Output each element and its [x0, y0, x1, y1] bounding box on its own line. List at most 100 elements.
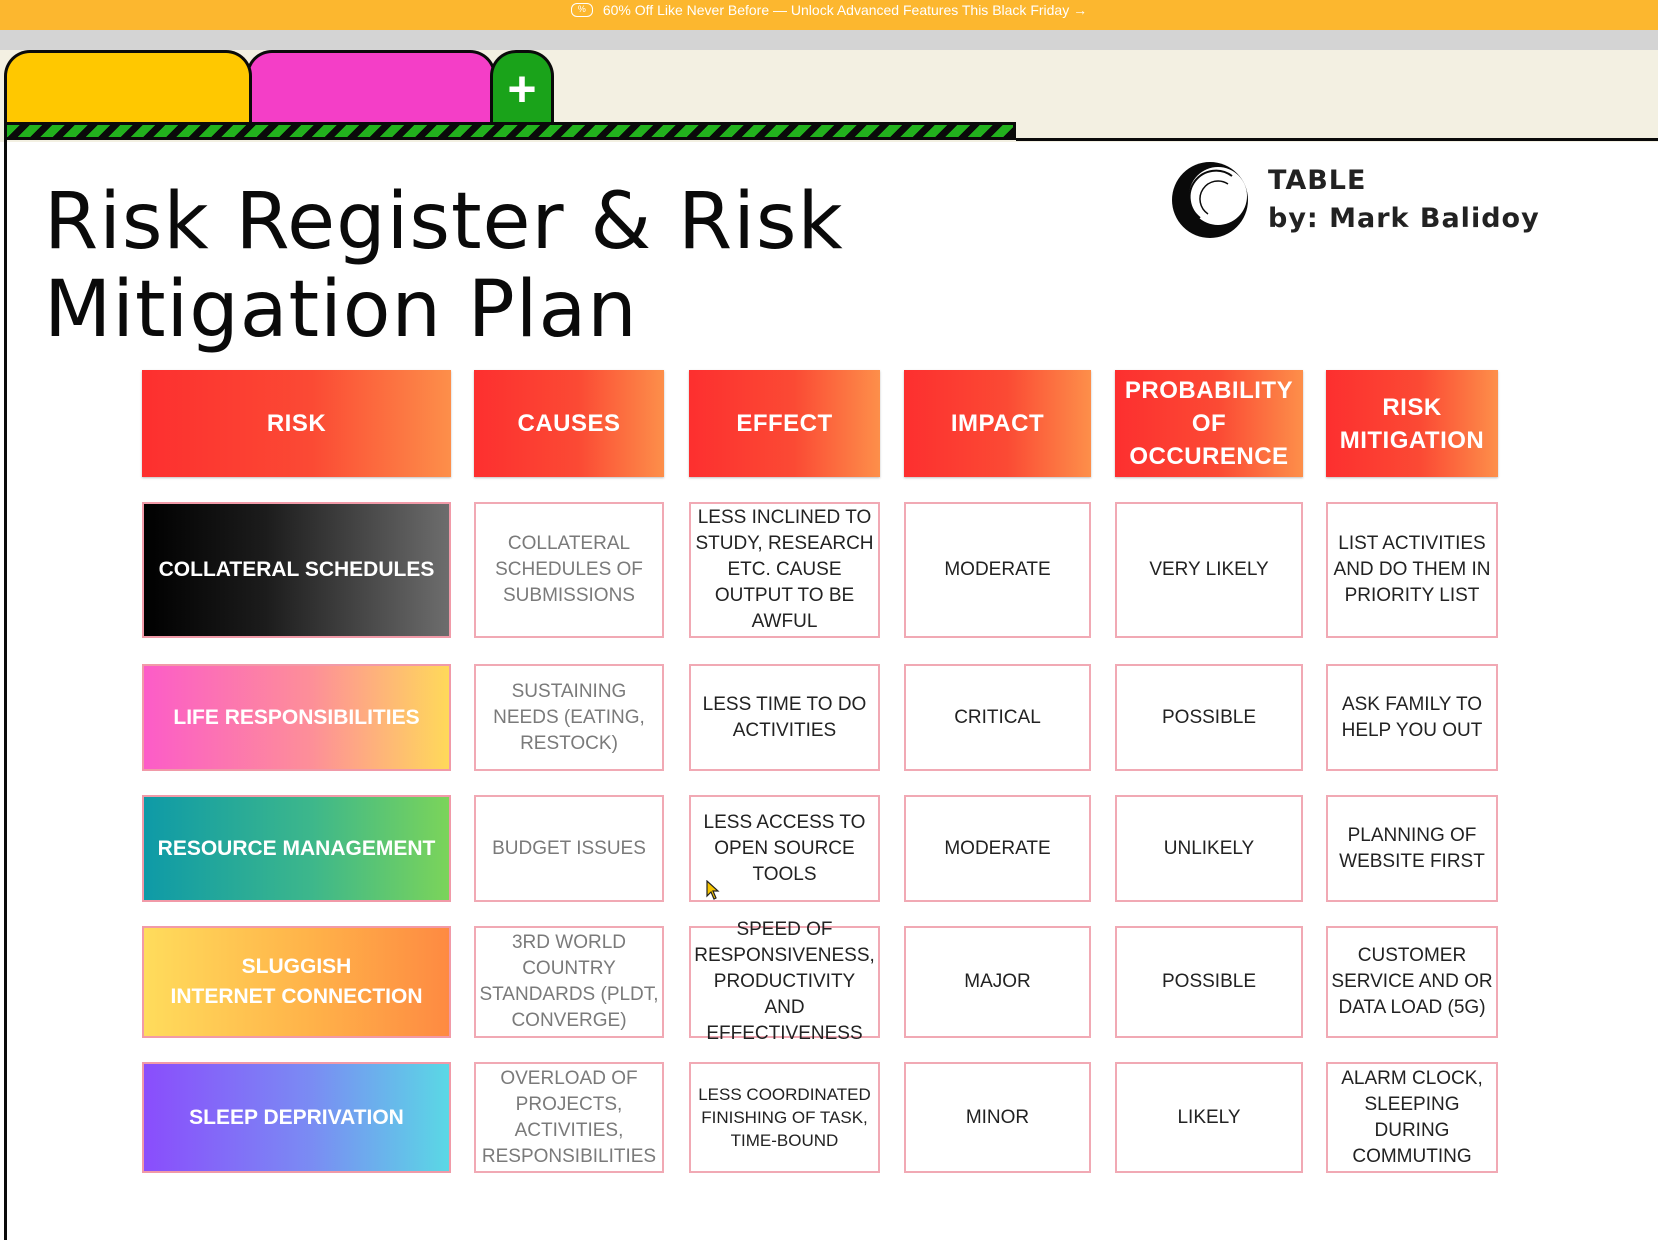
row-4-effect[interactable]: SPEED OF RESPONSIVENESS, PRODUCTIVITY AND E…	[689, 919, 880, 1044]
text-line: SLUGGISH	[241, 955, 352, 978]
row-5-risk[interactable]: SLEEP DEPRIVATION	[142, 1062, 451, 1173]
header-effect[interactable]: EFFECT	[689, 370, 880, 477]
row-4-mitigation-text: CUSTOMER SERVICE AND OR DATA LOAD (5G)	[1331, 943, 1492, 1021]
text-line: PROBABILITY	[1124, 377, 1294, 404]
row-1-mitigation-text: LIST ACTIVITIES AND DO THEM IN PRIORITY LI…	[1334, 531, 1491, 609]
text-line: STANDARDS (PLDT,	[479, 984, 659, 1005]
row-4-causes[interactable]: 3RD WORLD COUNTRY STANDARDS (PLDT, CONVERGE…	[474, 926, 664, 1038]
text-line: HELP YOU OUT	[1341, 719, 1483, 741]
mouse-cursor-icon	[706, 880, 720, 900]
text-line: 3RD WORLD	[511, 932, 626, 953]
row-3-impact[interactable]: MODERATE	[904, 795, 1091, 902]
row-1-mitigation[interactable]: LIST ACTIVITIES AND DO THEM IN PRIORITY LI…	[1326, 502, 1498, 638]
row-2-impact-text: CRITICAL	[954, 705, 1041, 731]
text-line: RISK	[266, 410, 327, 437]
text-line: ASK FAMILY TO	[1341, 693, 1483, 715]
text-line: EFFECT	[736, 410, 833, 437]
header-mitigation[interactable]: RISK MITIGATION	[1326, 370, 1498, 477]
header-risk-text: RISK	[267, 407, 326, 440]
text-line: OPEN SOURCE	[714, 837, 855, 859]
text-line: RESPONSIVENESS,	[694, 945, 875, 966]
text-line: SUBMISSIONS	[503, 585, 635, 606]
row-2-effect[interactable]: LESS TIME TO DO ACTIVITIES	[689, 664, 880, 771]
header-risk[interactable]: RISK	[142, 370, 451, 477]
text-line: RESTOCK)	[520, 732, 618, 754]
row-2-risk[interactable]: LIFE RESPONSIBILITIES	[142, 664, 451, 771]
row-5-mitigation-text: ALARM CLOCK, SLEEPING DURING COMMUTING	[1341, 1066, 1482, 1170]
row-1-risk[interactable]: COLLATERAL SCHEDULES	[142, 502, 451, 638]
text-line: SLEEP DEPRIVATION	[189, 1105, 404, 1129]
row-1-probability-text: VERY LIKELY	[1149, 557, 1268, 583]
row-5-impact-text: MINOR	[966, 1105, 1029, 1131]
row-1-causes[interactable]: COLLATERAL SCHEDULES OF SUBMISSIONS	[474, 502, 664, 638]
text-line: ETC. CAUSE	[727, 559, 842, 580]
text-line: LESS TIME TO DO	[702, 693, 867, 715]
row-4-impact-text: MAJOR	[964, 969, 1031, 995]
tab-yellow[interactable]	[4, 50, 252, 124]
text-line: LESS INCLINED TO	[697, 507, 872, 528]
text-line: BUDGET ISSUES	[492, 837, 646, 859]
row-5-causes-text: OVERLOAD OF PROJECTS, ACTIVITIES, RESPONSIB…	[482, 1066, 656, 1170]
row-2-causes-text: SUSTAINING NEEDS (EATING, RESTOCK)	[493, 679, 645, 757]
text-line: SERVICE AND OR	[1331, 971, 1493, 992]
row-3-causes[interactable]: BUDGET ISSUES	[474, 795, 664, 902]
row-4-probability[interactable]: POSSIBLE	[1115, 926, 1303, 1038]
text-line: SLEEPING	[1364, 1093, 1460, 1115]
row-1-effect[interactable]: LESS INCLINED TO STUDY, RESEARCH ETC. CAUS…	[689, 502, 880, 638]
text-line: ALARM CLOCK,	[1341, 1067, 1483, 1089]
text-line: PROJECTS,	[515, 1093, 623, 1115]
row-2-impact[interactable]: CRITICAL	[904, 664, 1091, 771]
header-causes[interactable]: CAUSES	[474, 370, 664, 477]
page-top-border	[1016, 138, 1658, 141]
row-2-causes[interactable]: SUSTAINING NEEDS (EATING, RESTOCK)	[474, 664, 664, 771]
row-2-mitigation[interactable]: ASK FAMILY TO HELP YOU OUT	[1326, 664, 1498, 771]
text-line: RESOURCE MANAGEMENT	[157, 836, 436, 860]
text-line: FINISHING OF TASK,	[701, 1108, 868, 1127]
text-line: PLANNING OF	[1347, 824, 1477, 846]
text-line: LIFE RESPONSIBILITIES	[173, 705, 420, 729]
text-line: IMPACT	[950, 410, 1045, 437]
row-5-causes[interactable]: OVERLOAD OF PROJECTS, ACTIVITIES, RESPONSIB…	[474, 1062, 664, 1173]
text-line: CONVERGE)	[511, 1010, 627, 1031]
row-5-mitigation[interactable]: ALARM CLOCK, SLEEPING DURING COMMUTING	[1326, 1062, 1498, 1173]
brand-name: TABLE	[1268, 165, 1367, 196]
row-5-probability[interactable]: LIKELY	[1115, 1062, 1303, 1173]
text-line: RESPONSIBILITIES	[481, 1145, 657, 1167]
row-1-impact-text: MODERATE	[944, 557, 1050, 583]
crescent-logo-icon	[1172, 162, 1248, 238]
tab-pink[interactable]	[246, 50, 496, 124]
row-5-effect-text: LESS COORDINATED FINISHING OF TASK, TIME-B…	[698, 1083, 871, 1152]
text-line: OUTPUT TO BE	[714, 585, 855, 606]
row-3-probability[interactable]: UNLIKELY	[1115, 795, 1303, 902]
brand-author: by: Mark Balidoy	[1268, 203, 1540, 234]
text-line: COUNTRY	[522, 958, 616, 979]
promo-banner[interactable]: % 60% Off Like Never Before — Unlock Adv…	[0, 0, 1658, 30]
text-line: SPEED OF	[736, 919, 833, 940]
row-1-impact[interactable]: MODERATE	[904, 502, 1091, 638]
row-4-impact[interactable]: MAJOR	[904, 926, 1091, 1038]
text-line: MODERATE	[944, 559, 1051, 580]
striped-divider	[4, 122, 1016, 140]
text-line: CRITICAL	[954, 706, 1041, 728]
row-4-risk[interactable]: SLUGGISH INTERNET CONNECTION	[142, 926, 451, 1038]
row-5-impact[interactable]: MINOR	[904, 1062, 1091, 1173]
page-left-border	[4, 140, 7, 1240]
browser-toolbar-strip	[0, 30, 1658, 50]
header-impact-text: IMPACT	[951, 407, 1044, 440]
text-line: LESS ACCESS TO	[703, 811, 866, 833]
add-tab-button[interactable]: +	[490, 50, 554, 124]
text-line: SUSTAINING	[511, 680, 627, 702]
row-2-mitigation-text: ASK FAMILY TO HELP YOU OUT	[1342, 692, 1483, 744]
header-probability[interactable]: PROBABILITY OF OCCURENCE	[1115, 370, 1303, 477]
row-5-effect[interactable]: LESS COORDINATED FINISHING OF TASK, TIME-B…	[689, 1062, 880, 1173]
row-3-mitigation[interactable]: PLANNING OF WEBSITE FIRST	[1326, 795, 1498, 902]
row-3-risk[interactable]: RESOURCE MANAGEMENT	[142, 795, 451, 902]
header-impact[interactable]: IMPACT	[904, 370, 1091, 477]
row-4-mitigation[interactable]: CUSTOMER SERVICE AND OR DATA LOAD (5G)	[1326, 926, 1498, 1038]
text-line: MODERATE	[944, 837, 1051, 859]
row-2-probability[interactable]: POSSIBLE	[1115, 664, 1303, 771]
promo-text[interactable]: 60% Off Like Never Before — Unlock Advan…	[603, 2, 1087, 18]
row-1-probability[interactable]: VERY LIKELY	[1115, 502, 1303, 638]
text-line: DURING	[1374, 1119, 1450, 1141]
text-line: PRIORITY LIST	[1344, 585, 1480, 606]
